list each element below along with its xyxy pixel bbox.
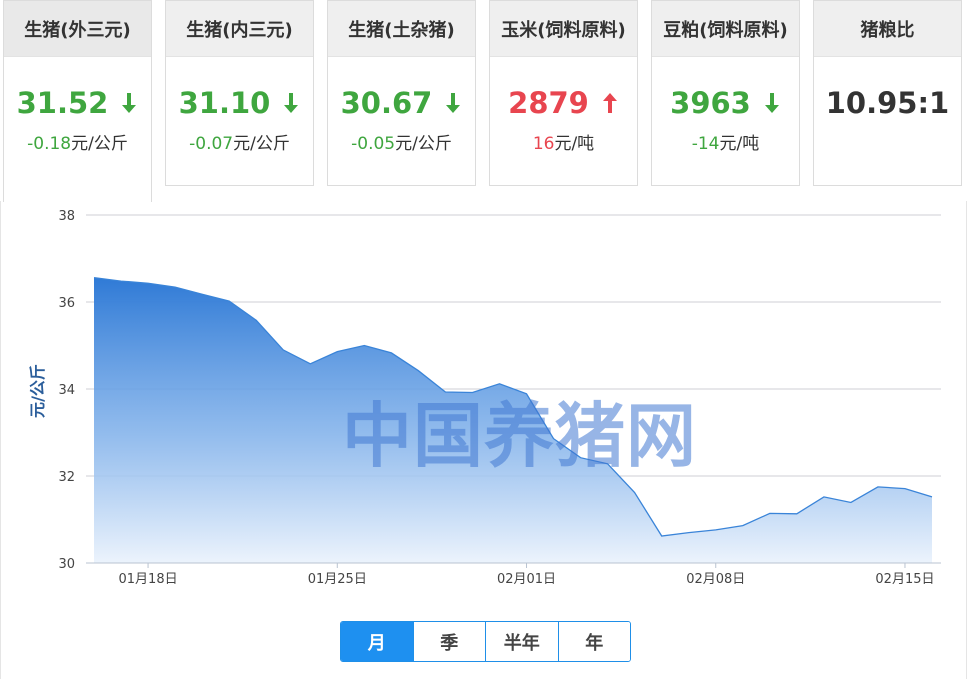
- card-title: 猪粮比: [814, 1, 961, 57]
- arrow-down-icon: [122, 93, 137, 113]
- price-card[interactable]: 生猪(外三元) 31.52 -0.18元/公斤: [3, 0, 152, 202]
- y-tick-label: 34: [58, 383, 75, 398]
- price-card[interactable]: 生猪(土杂猪) 30.67 -0.05元/公斤: [327, 0, 476, 186]
- tab-year[interactable]: 年: [558, 622, 630, 661]
- arrow-down-icon: [764, 93, 779, 113]
- card-price: 31.52: [16, 86, 109, 120]
- card-price-row: 31.10: [166, 85, 313, 121]
- card-change-unit: 元/公斤: [233, 134, 290, 154]
- card-change-value: -0.05: [351, 134, 396, 154]
- card-price-row: 2879: [490, 85, 637, 121]
- card-change-unit: 元/吨: [719, 134, 760, 154]
- card-price: 3963: [670, 86, 751, 120]
- card-price: 10.95:1: [825, 86, 950, 120]
- card-change-value: -14: [691, 134, 720, 154]
- x-tick-label: 02月01日: [497, 572, 556, 587]
- arrow-down-icon: [284, 93, 299, 113]
- arrow-down-icon: [446, 93, 461, 113]
- price-card[interactable]: 豆粕(饲料原料) 3963 -14元/吨: [651, 0, 800, 186]
- card-title: 玉米(饲料原料): [490, 1, 637, 57]
- card-change-value: -0.18: [27, 134, 72, 154]
- price-card[interactable]: 猪粮比 10.95:1: [813, 0, 962, 186]
- card-price: 30.67: [340, 86, 433, 120]
- y-axis-label: 元/公斤: [28, 364, 47, 418]
- card-change-value: -0.07: [189, 134, 234, 154]
- card-change: -0.05元/公斤: [328, 129, 475, 154]
- card-title: 生猪(外三元): [4, 1, 151, 57]
- card-title: 生猪(内三元): [166, 1, 313, 57]
- tab-quarter[interactable]: 季: [413, 622, 486, 661]
- card-title: 生猪(土杂猪): [328, 1, 475, 57]
- card-title: 豆粕(饲料原料): [652, 1, 799, 57]
- card-price: 31.10: [178, 86, 271, 120]
- x-tick-label: 02月08日: [686, 572, 745, 587]
- card-price-row: 10.95:1: [814, 85, 961, 121]
- card-price-row: 30.67: [328, 85, 475, 121]
- card-price: 2879: [508, 86, 589, 120]
- series-area: [94, 277, 932, 563]
- card-change: 16元/吨: [490, 129, 637, 154]
- x-tick-label: 01月18日: [119, 572, 178, 587]
- x-tick-label: 01月25日: [308, 572, 367, 587]
- card-change: -0.18元/公斤: [4, 129, 151, 154]
- x-tick-label: 02月15日: [875, 572, 934, 587]
- card-price-row: 3963: [652, 85, 799, 121]
- y-tick-label: 32: [58, 470, 75, 485]
- card-change: -0.07元/公斤: [166, 129, 313, 154]
- arrow-up-icon: [602, 93, 617, 113]
- y-tick-label: 38: [58, 209, 75, 224]
- card-change-value: 16: [532, 134, 555, 154]
- card-price-row: 31.52: [4, 85, 151, 121]
- card-change-unit: 元/吨: [554, 134, 595, 154]
- price-card[interactable]: 生猪(内三元) 31.10 -0.07元/公斤: [165, 0, 314, 186]
- tab-half-year[interactable]: 半年: [486, 622, 559, 661]
- price-chart: 30 32 34 36 38 元/公斤 01月18日 01月25日 02月01日 02月08日 02…: [28, 209, 941, 587]
- price-card[interactable]: 玉米(饲料原料) 2879 16元/吨: [489, 0, 638, 186]
- y-tick-label: 30: [58, 557, 75, 572]
- y-tick-label: 36: [58, 296, 75, 311]
- card-change-unit: 元/公斤: [395, 134, 452, 154]
- tab-month[interactable]: 月: [341, 622, 414, 661]
- range-tabs: 月 季 半年 年: [340, 621, 631, 662]
- card-change: -14元/吨: [652, 129, 799, 154]
- chart-panel: 30 32 34 36 38 元/公斤 01月18日 01月25日 02月01日 02月08日 02…: [0, 201, 967, 679]
- price-cards: 生猪(外三元) 31.52 -0.18元/公斤 生猪(内三元) 31.10 -0.07元/…: [0, 0, 967, 202]
- card-change-unit: 元/公斤: [71, 134, 128, 154]
